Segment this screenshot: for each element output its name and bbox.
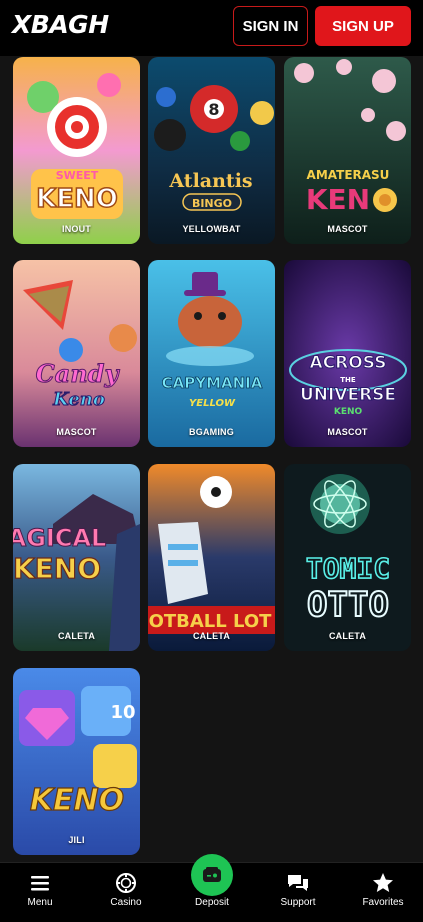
game-thumbnail: AMATERASU KEN [284,57,411,244]
sign-up-button[interactable]: SIGN UP [315,6,411,46]
nav-casino[interactable]: Casino [86,863,166,922]
svg-text:10: 10 [110,702,135,723]
nav-favorites[interactable]: Favorites [343,863,423,922]
game-card-magical-keno[interactable]: AGICAL KENO CALETA [13,464,140,651]
nav-casino-label: Casino [110,897,142,908]
svg-text:KENO: KENO [30,783,124,818]
nav-support-label: Support [280,897,316,908]
game-thumbnail: Candy Keno [13,260,140,447]
game-provider: BGAMING [189,427,234,437]
svg-text:UNIVERSE: UNIVERSE [300,385,396,405]
svg-text:KENO: KENO [36,184,118,214]
game-provider: CALETA [57,631,96,641]
game-provider: MASCOT [56,427,97,437]
game-provider: CALETA [328,631,367,641]
nav-support[interactable]: Support [258,863,338,922]
deposit-button[interactable] [191,854,233,896]
svg-text:CAPYMANIA: CAPYMANIA [162,374,263,392]
game-card-amaterasu-keno[interactable]: AMATERASU KEN MASCOT [284,57,411,244]
game-provider: JILI [68,835,85,845]
game-card-keno-jili[interactable]: 10 KENO JILI [13,668,140,855]
game-thumbnail: ACROSS THE UNIVERSE KENO [284,260,411,447]
svg-text:KENO: KENO [13,552,101,585]
game-card-atlantis-bingo[interactable]: 8 Atlantis BINGO YELLOWBAT [148,57,275,244]
svg-text:AGICAL: AGICAL [13,524,106,552]
svg-text:YELLOW: YELLOW [189,398,236,409]
game-thumbnail: CAPYMANIA YELLOW [148,260,275,447]
svg-text:OTBALL LOT: OTBALL LOT [149,611,273,632]
svg-text:8: 8 [208,100,219,119]
nav-menu[interactable]: Menu [0,863,80,922]
game-card-atomic-lotto[interactable]: TOMIC OTTO CALETA [284,464,411,651]
sign-in-button[interactable]: SIGN IN [233,6,308,46]
chat-icon [288,875,308,891]
nav-favorites-label: Favorites [362,897,404,908]
svg-text:OTTO: OTTO [307,585,389,625]
game-thumbnail: TOMIC OTTO [284,464,411,651]
svg-text:THE: THE [340,376,356,384]
top-bar: XBAGH SIGN IN SIGN UP [0,0,423,56]
svg-text:BINGO: BINGO [192,197,232,210]
wallet-icon [203,867,221,882]
nav-deposit-label: Deposit [195,897,229,908]
svg-text:Keno: Keno [52,389,105,410]
game-card-capymania-yellow[interactable]: CAPYMANIA YELLOW BGAMING [148,260,275,447]
svg-text:ACROSS: ACROSS [310,353,387,373]
svg-text:KENO: KENO [334,407,363,417]
svg-text:KEN: KEN [306,183,370,216]
game-card-across-the-universe-keno[interactable]: ACROSS THE UNIVERSE KENO MASCOT [284,260,411,447]
brand-logo[interactable]: XBAGH [12,10,109,39]
svg-text:AMATERASU: AMATERASU [307,168,390,182]
game-thumbnail: 10 KENO [13,668,140,855]
nav-menu-label: Menu [27,897,53,908]
game-card-football-lotto[interactable]: OTBALL LOT CALETA [148,464,275,651]
game-provider: MASCOT [327,224,368,234]
svg-text:Candy: Candy [36,359,121,388]
game-provider: YELLOWBAT [182,224,241,234]
game-provider: INOUT [62,224,91,234]
star-icon [373,873,393,892]
casino-chip-icon [116,873,136,893]
game-provider: CALETA [192,631,231,641]
game-thumbnail: AGICAL KENO [13,464,140,651]
svg-text:Atlantis: Atlantis [168,170,252,192]
game-card-candy-keno[interactable]: Candy Keno MASCOT [13,260,140,447]
game-thumbnail: OTBALL LOT [148,464,275,651]
game-provider: MASCOT [327,427,368,437]
game-card-sweet-keno[interactable]: KENO SWEET INOUT [13,57,140,244]
game-thumbnail: KENO SWEET [13,57,140,244]
menu-icon [31,876,49,891]
svg-text:SWEET: SWEET [56,169,99,182]
svg-text:TOMIC: TOMIC [306,552,390,585]
game-thumbnail: 8 Atlantis BINGO [148,57,275,244]
